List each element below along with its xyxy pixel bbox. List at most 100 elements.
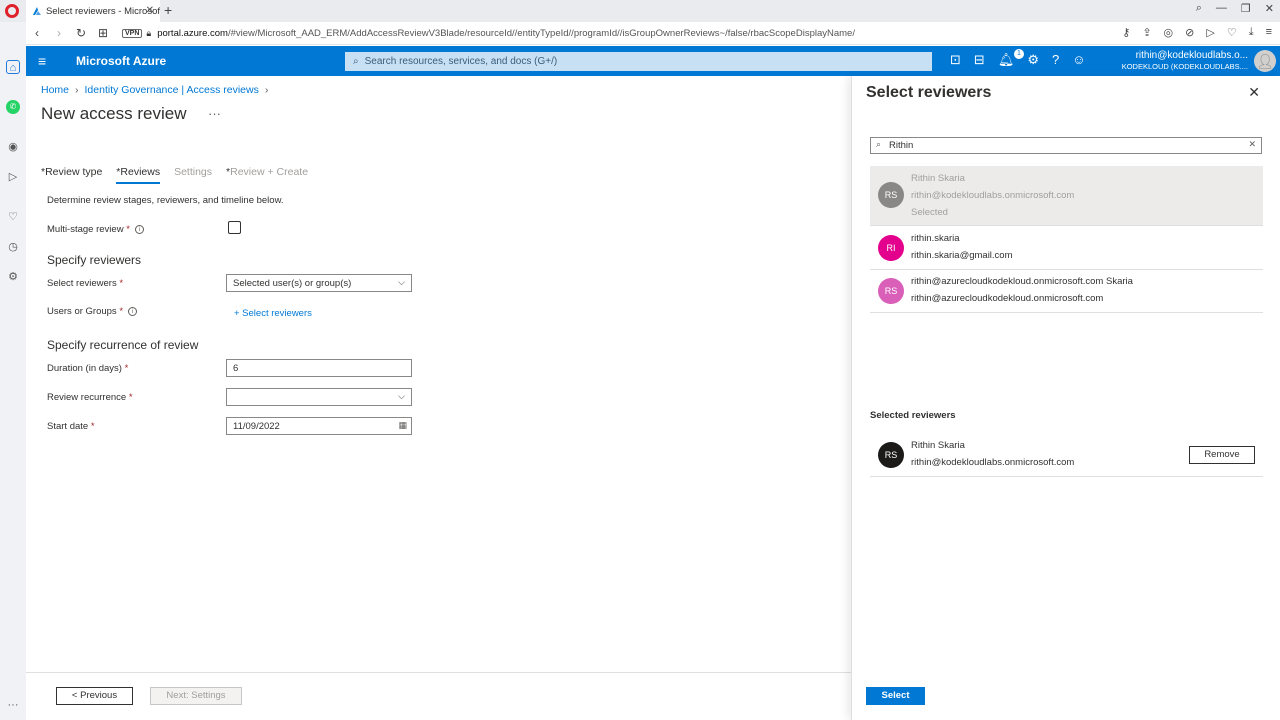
new-tab-icon[interactable]: + — [164, 2, 172, 18]
play-icon[interactable]: ▷ — [1206, 26, 1214, 39]
back-icon[interactable]: ‹ — [26, 26, 48, 40]
more-actions-icon[interactable]: ··· — [208, 106, 221, 121]
tab-settings[interactable]: Settings — [174, 166, 212, 184]
required-star: * — [119, 278, 124, 289]
player-icon[interactable]: ◉ — [6, 140, 20, 154]
calendar-icon[interactable]: ▦ — [398, 420, 407, 431]
description: Determine review stages, reviewers, and … — [47, 195, 284, 206]
multi-stage-label: Multi-stage review * i — [47, 224, 144, 235]
close-tab-icon[interactable]: ✕ — [146, 5, 154, 16]
notifications-icon[interactable]: 🔔︎ — [998, 52, 1015, 68]
remove-button[interactable]: Remove — [1189, 446, 1255, 464]
heart-icon[interactable]: ♡ — [1227, 26, 1237, 39]
required-star: * — [90, 421, 95, 432]
azure-brand[interactable]: Microsoft Azure — [76, 54, 166, 68]
settings-icon[interactable]: ⚙ — [6, 270, 20, 284]
duration-input[interactable]: 6 — [226, 359, 412, 377]
specify-recurrence-heading: Specify recurrence of review — [47, 338, 199, 352]
menu-icon[interactable]: ≡ — [1266, 26, 1272, 39]
browser-tab-bar: Select reviewers - Microsof ✕ + ⌕ — ❐ ✕ — [0, 0, 1280, 22]
tab-review-type[interactable]: *Review type — [41, 166, 102, 184]
settings-gear-icon[interactable]: ⚙ — [1027, 52, 1039, 68]
tab-label: Review type — [45, 166, 103, 178]
reviewer-search-input[interactable]: ⌕ Rithin ✕ — [870, 137, 1262, 154]
select-button[interactable]: Select — [866, 687, 925, 705]
result-email: rithin@azurecloudkodekloud.onmicrosoft.c… — [911, 293, 1104, 304]
address-bar-icons: ⚷ ⇪ ◎ ⊘ ▷ ♡ ⤓ ≡ — [1122, 26, 1272, 39]
search-icon: ⌕ — [353, 56, 359, 67]
search-result-item[interactable]: RS rithin@azurecloudkodekloud.onmicrosof… — [870, 270, 1263, 313]
feedback-icon[interactable]: ☺ — [1072, 52, 1085, 68]
history-icon[interactable]: ◷ — [6, 240, 20, 254]
shield-icon[interactable]: ⊘ — [1185, 26, 1194, 39]
chevron-right-icon: › — [264, 84, 269, 96]
download-icon[interactable]: ⤓ — [1249, 26, 1254, 39]
breadcrumb-home[interactable]: Home — [41, 84, 69, 96]
share-icon[interactable]: ⇪ — [1142, 26, 1151, 39]
required-star: * — [126, 224, 130, 235]
tabs-grid-icon[interactable]: ⊞ — [92, 26, 114, 40]
lock-icon[interactable]: 🔒︎ — [146, 28, 151, 39]
label-text: Start date — [47, 421, 89, 432]
address-bar: ‹ › ↻ ⊞ VPN 🔒︎ portal.azure.com/#view/Mi… — [26, 22, 1280, 45]
previous-button[interactable]: < Previous — [56, 687, 133, 705]
required-star: * — [119, 306, 124, 317]
breadcrumb-identity-governance[interactable]: Identity Governance | Access reviews — [85, 84, 259, 96]
next-settings-button[interactable]: Next: Settings — [150, 687, 242, 705]
select-reviewers-link[interactable]: + Select reviewers — [234, 308, 312, 319]
send-icon[interactable]: ▷ — [6, 170, 20, 184]
close-window-icon[interactable]: ✕ — [1265, 2, 1274, 15]
wizard-footer: < Previous Next: Settings — [26, 672, 851, 720]
required-star: * — [124, 363, 129, 374]
specify-reviewers-heading: Specify reviewers — [47, 253, 142, 267]
key-icon[interactable]: ⚷ — [1122, 26, 1130, 39]
selected-reviewer-row: RS Rithin Skaria rithin@kodekloudlabs.on… — [870, 433, 1263, 477]
reload-icon[interactable]: ↻ — [70, 26, 92, 40]
start-date-label: Start date * — [47, 421, 95, 432]
azure-favicon-icon — [32, 7, 41, 15]
global-search-input[interactable]: ⌕ Search resources, services, and docs (… — [345, 52, 932, 71]
cloud-shell-icon[interactable]: ⊡ — [950, 52, 961, 68]
tab-reviews[interactable]: *Reviews — [116, 166, 161, 184]
select-reviewers-dropdown[interactable]: Selected user(s) or group(s) ⌵ — [226, 274, 412, 292]
favorites-icon[interactable]: ♡ — [6, 210, 20, 224]
label-text: Review recurrence — [47, 392, 127, 403]
url-host: portal.azure.com — [157, 27, 228, 39]
chevron-right-icon: › — [75, 84, 79, 96]
minimize-icon[interactable]: — — [1216, 2, 1227, 15]
whatsapp-icon[interactable]: ✆ — [6, 100, 20, 114]
start-date-input[interactable]: 11/09/2022 ▦ — [226, 417, 412, 435]
avatar: RI — [878, 235, 904, 261]
vpn-badge[interactable]: VPN — [122, 28, 143, 38]
azure-header: ≡ Microsoft Azure ⌕ Search resources, se… — [26, 46, 1280, 76]
chevron-down-icon: ⌵ — [398, 391, 405, 401]
search-result-item[interactable]: RI rithin.skaria rithin.skaria@gmail.com — [870, 227, 1263, 270]
url-path: /#view/Microsoft_AAD_ERM/AddAccessReview… — [227, 27, 855, 39]
help-icon[interactable]: ? — [1052, 52, 1059, 68]
tab-label: Review + Create — [230, 166, 309, 178]
url-field[interactable]: portal.azure.com/#view/Microsoft_AAD_ERM… — [157, 28, 855, 39]
tab-review-create[interactable]: *Review + Create — [226, 166, 308, 184]
search-result-item[interactable]: RS Rithin Skaria rithin@kodekloudlabs.on… — [870, 166, 1263, 226]
more-icon[interactable]: ··· — [6, 698, 20, 712]
recurrence-dropdown[interactable]: ⌵ — [226, 388, 412, 406]
clear-search-icon[interactable]: ✕ — [1248, 139, 1256, 150]
search-tabs-icon[interactable]: ⌕ — [1196, 2, 1202, 15]
home-icon[interactable]: ⌂ — [6, 60, 20, 74]
browser-tab[interactable]: Select reviewers - Microsof ✕ — [26, 0, 160, 22]
restore-icon[interactable]: ❐ — [1241, 2, 1251, 15]
recurrence-label: Review recurrence * — [47, 392, 133, 403]
hamburger-menu-icon[interactable]: ≡ — [38, 53, 46, 69]
directory-filter-icon[interactable]: ⊟ — [974, 52, 985, 68]
account-avatar-icon[interactable]: 👤︎ — [1254, 50, 1276, 72]
camera-icon[interactable]: ◎ — [1164, 26, 1174, 39]
account-info[interactable]: rithin@kodekloudlabs.o... KODEKLOUD (KOD… — [1122, 50, 1248, 72]
opera-logo-icon[interactable] — [5, 4, 19, 18]
dropdown-value: Selected user(s) or group(s) — [233, 277, 352, 289]
close-icon[interactable]: ✕ — [1248, 84, 1260, 101]
forward-icon[interactable]: › — [48, 26, 70, 40]
info-icon[interactable]: i — [134, 225, 144, 234]
select-reviewers-label: Select reviewers * — [47, 278, 123, 289]
multi-stage-checkbox[interactable] — [228, 221, 241, 234]
info-icon[interactable]: i — [128, 307, 138, 316]
